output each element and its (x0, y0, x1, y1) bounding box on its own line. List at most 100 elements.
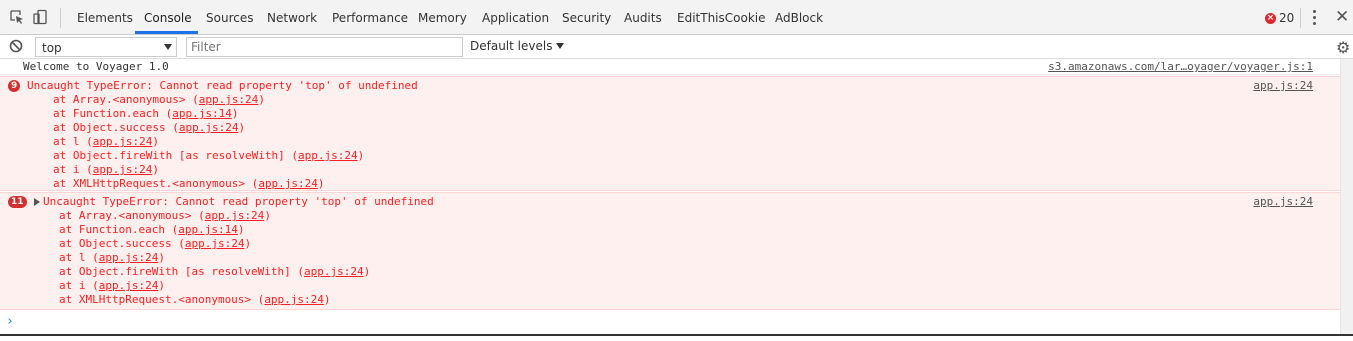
tab-editthiscookie[interactable]: EditThisCookie (677, 0, 766, 34)
stack-frame: at Object.fireWith [as resolveWith] (app… (59, 265, 370, 279)
gear-icon[interactable]: ⚙ (1336, 38, 1350, 57)
tab-security[interactable]: Security (562, 0, 611, 34)
repeat-count-badge: 11 (8, 196, 27, 208)
stack-frame-text: at XMLHttpRequest.<anonymous> ( (53, 177, 259, 190)
repeat-count-badge: 9 (8, 80, 21, 92)
stack-frame-suffix: ) (317, 177, 325, 190)
chevron-down-icon (164, 44, 172, 50)
error-count-label: 20 (1279, 11, 1295, 25)
stack-frame: at Function.each (app.js:14) (53, 107, 238, 121)
stack-frame-text: at Object.fireWith [as resolveWith] ( (53, 149, 299, 162)
stack-frame: at Array.<anonymous> (app.js:24) (59, 209, 271, 223)
stack-frame-suffix: ) (323, 293, 331, 306)
stack-frame: at i (app.js:24) (53, 163, 159, 177)
stack-frame: at Function.each (app.js:14) (59, 223, 244, 237)
console-log-message: Welcome to Voyager 1.0 s3.amazonaws.com/… (0, 59, 1340, 75)
stack-frame-text: at Array.<anonymous> ( (53, 93, 199, 106)
stack-frame-link[interactable]: app.js:24 (199, 93, 259, 106)
tab-elements[interactable]: Elements (77, 0, 133, 34)
stack-frame-suffix: ) (152, 163, 159, 176)
prompt-chevron-icon: › (6, 314, 14, 329)
close-icon[interactable]: ✕ (1335, 7, 1349, 27)
stack-frame: at l (app.js:24) (59, 251, 165, 265)
more-options-icon[interactable] (1313, 10, 1317, 26)
stack-frame-suffix: ) (152, 135, 159, 148)
stack-frame-text: at i ( (53, 163, 93, 176)
console-prompt[interactable]: › (0, 312, 1340, 332)
stack-frame-suffix: ) (237, 223, 245, 236)
stack-frame-link[interactable]: app.js:24 (179, 121, 239, 134)
stack-frame-text: at Object.fireWith [as resolveWith] ( (59, 265, 305, 278)
tab-adblock[interactable]: AdBlock (775, 0, 823, 34)
stack-frame-link[interactable]: app.js:24 (185, 237, 245, 250)
stack-frame-text: at i ( (59, 279, 99, 292)
log-levels-label: Default levels (470, 39, 553, 53)
filter-input[interactable] (186, 37, 463, 57)
device-toolbar-icon[interactable] (32, 9, 48, 25)
stack-frame-link[interactable]: app.js:24 (298, 149, 358, 162)
stack-frame-text: at Array.<anonymous> ( (59, 209, 205, 222)
stack-frame-link[interactable]: app.js:24 (205, 209, 265, 222)
console-filterbar: top Default levels ⚙ (0, 35, 1353, 59)
tab-memory[interactable]: Memory (418, 0, 467, 34)
stack-frame-text: at Object.success ( (59, 237, 185, 250)
execution-context-select[interactable]: top (35, 37, 177, 57)
stack-frame-link[interactable]: app.js:24 (264, 293, 324, 306)
error-text: Uncaught TypeError: Cannot read property… (43, 195, 434, 208)
active-tab-indicator (135, 31, 198, 34)
stack-frame: at XMLHttpRequest.<anonymous> (app.js:24… (59, 293, 331, 307)
stack-frame: at Object.success (app.js:24) (53, 121, 245, 135)
tab-audits[interactable]: Audits (624, 0, 662, 34)
tab-application[interactable]: Application (482, 0, 549, 34)
stack-frame-link[interactable]: app.js:24 (99, 251, 159, 264)
error-text: Uncaught TypeError: Cannot read property… (27, 79, 418, 92)
stack-frame-suffix: ) (258, 93, 265, 106)
tab-sources[interactable]: Sources (206, 0, 253, 34)
stack-frame-link[interactable]: app.js:24 (93, 135, 153, 148)
stack-frame-link[interactable]: app.js:24 (93, 163, 153, 176)
tab-console[interactable]: Console (144, 0, 192, 34)
tab-network[interactable]: Network (267, 0, 317, 34)
error-counter[interactable]: × 20 (1265, 11, 1294, 25)
stack-frame-suffix: ) (264, 209, 271, 222)
execution-context-value: top (42, 41, 62, 55)
stack-frame-suffix: ) (363, 265, 371, 278)
stack-frame: at i (app.js:24) (59, 279, 165, 293)
stack-frame: at Object.success (app.js:24) (59, 237, 251, 251)
chevron-down-icon (556, 43, 565, 49)
log-text: Welcome to Voyager 1.0 (23, 60, 169, 73)
stack-frame-suffix: ) (357, 149, 365, 162)
expand-triangle-icon[interactable] (34, 198, 40, 206)
toolbar-divider (60, 8, 61, 28)
stack-frame-text: at Object.success ( (53, 121, 179, 134)
stack-frame-suffix: ) (158, 279, 165, 292)
tab-performance[interactable]: Performance (332, 0, 408, 34)
error-source-link[interactable]: app.js:24 (1253, 79, 1313, 93)
stack-frame-suffix: ) (231, 107, 239, 120)
inspect-element-icon[interactable] (9, 9, 25, 25)
log-levels-dropdown[interactable]: Default levels (470, 39, 565, 53)
stack-frame-link[interactable]: app.js:24 (99, 279, 159, 292)
stack-frame-suffix: ) (244, 237, 252, 250)
stack-frame-text: at Function.each ( (59, 223, 179, 236)
console-error-message[interactable]: 11 Uncaught TypeError: Cannot read proper… (0, 192, 1340, 310)
stack-frame-link[interactable]: app.js:14 (172, 107, 232, 120)
console-scrollbar[interactable] (1340, 59, 1353, 335)
console-messages: Welcome to Voyager 1.0 s3.amazonaws.com/… (0, 59, 1340, 335)
error-source-link[interactable]: app.js:24 (1253, 195, 1313, 209)
window-bottom-border (0, 334, 1353, 336)
stack-frame-link[interactable]: app.js:24 (258, 177, 318, 190)
stack-frame-link[interactable]: app.js:24 (304, 265, 364, 278)
stack-frame-suffix: ) (158, 251, 165, 264)
stack-frame: at Object.fireWith [as resolveWith] (app… (53, 149, 364, 163)
stack-frame-link[interactable]: app.js:14 (178, 223, 238, 236)
console-error-message[interactable]: 9 Uncaught TypeError: Cannot read propert… (0, 76, 1340, 191)
stack-frame-text: at Function.each ( (53, 107, 173, 120)
clear-console-icon[interactable] (9, 39, 23, 53)
stack-frame-text: at l ( (53, 135, 93, 148)
log-source-link[interactable]: s3.amazonaws.com/lar…oyager/voyager.js:1 (1048, 60, 1313, 74)
stack-frame-text: at l ( (59, 251, 99, 264)
devtools-tabbar: Elements Console Sources Network Performance… (0, 0, 1353, 35)
stack-frame: at XMLHttpRequest.<anonymous> (app.js:24… (53, 177, 325, 191)
stack-frame: at Array.<anonymous> (app.js:24) (53, 93, 265, 107)
